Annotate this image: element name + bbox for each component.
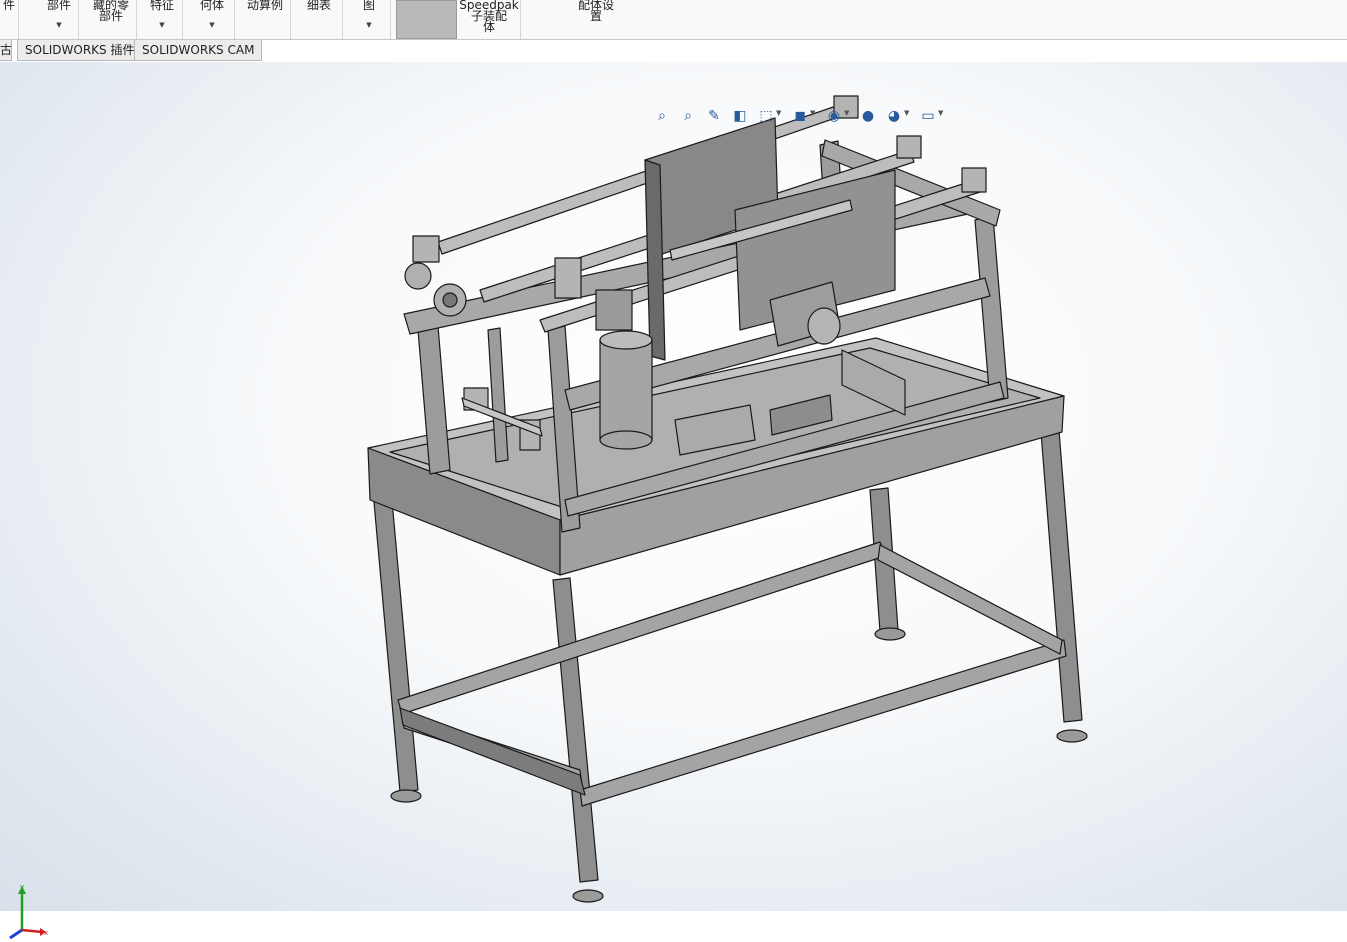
triad-x-axis bbox=[21, 928, 43, 934]
display-style-icon[interactable]: ◼ bbox=[790, 106, 810, 126]
zoom-to-fit-icon[interactable]: ⌕ bbox=[652, 106, 672, 126]
view-settings-icon[interactable]: ▭ bbox=[918, 106, 938, 126]
ribbon-placeholder-block bbox=[396, 0, 457, 39]
tab-previous[interactable]: 古 bbox=[0, 40, 12, 61]
ribbon-feature-button[interactable]: 特征 ▼ bbox=[142, 0, 183, 39]
chevron-down-icon[interactable]: ▼ bbox=[159, 20, 164, 31]
ribbon-geometry-button[interactable]: 何体 ▼ bbox=[190, 0, 235, 39]
chevron-down-icon[interactable]: ▼ bbox=[366, 20, 371, 31]
view-orientation-icon[interactable]: ⬚ bbox=[756, 106, 776, 126]
bevel-gear bbox=[404, 262, 467, 317]
previous-view-icon[interactable]: ✎ bbox=[704, 106, 724, 126]
apply-scene-icon[interactable]: ◕ bbox=[884, 106, 904, 126]
ribbon-motion-study-button[interactable]: 动算例 bbox=[240, 0, 291, 39]
ribbon-part-button[interactable]: 件 bbox=[0, 0, 19, 39]
ribbon-bom-button[interactable]: 细表 bbox=[296, 0, 343, 39]
chevron-down-icon[interactable]: ▼ bbox=[904, 109, 909, 117]
ribbon-config-button[interactable]: 配体设 置 bbox=[566, 0, 626, 39]
triad-x-label: x bbox=[44, 929, 48, 937]
graphics-viewport[interactable]: ⌕ ⌕ ✎ ◧ ⬚ ▼ ◼ ▼ ◉ ▼ ● ◕ ▼ ▭ ▼ y x bbox=[0, 62, 1347, 940]
vertical-cylinder bbox=[595, 289, 653, 450]
triad-y-label: y bbox=[20, 883, 24, 891]
zoom-to-area-icon[interactable]: ⌕ bbox=[678, 106, 698, 126]
triad-z-axis bbox=[9, 928, 23, 940]
command-manager-ribbon: 件 部件 ▼ 藏的零 部件 特征 ▼ 何体 ▼ 动算例 细表 图 ▼ Speedpak … bbox=[0, 0, 1347, 40]
chevron-down-icon[interactable]: ▼ bbox=[776, 109, 781, 117]
hide-show-icon[interactable]: ◉ bbox=[824, 106, 844, 126]
ribbon-view-button[interactable]: 图 ▼ bbox=[348, 0, 391, 39]
stand-rails bbox=[397, 541, 1067, 807]
ribbon-hidden-parts-button[interactable]: 藏的零 部件 bbox=[86, 0, 137, 39]
chevron-down-icon[interactable]: ▼ bbox=[938, 109, 943, 117]
chevron-down-icon[interactable]: ▼ bbox=[810, 109, 815, 117]
ribbon-component-button[interactable]: 部件 ▼ bbox=[40, 0, 79, 39]
tab-solidworks-cam[interactable]: SOLIDWORKS CAM bbox=[134, 40, 263, 61]
section-view-icon[interactable]: ◧ bbox=[730, 106, 750, 126]
ribbon-speedpak-button[interactable]: Speedpak 子装配 体 bbox=[458, 0, 521, 39]
chevron-down-icon[interactable]: ▼ bbox=[209, 20, 214, 31]
edit-appearance-icon[interactable]: ● bbox=[858, 106, 878, 126]
chevron-down-icon[interactable]: ▼ bbox=[56, 20, 61, 31]
assembly-model[interactable] bbox=[0, 62, 1347, 911]
chevron-down-icon[interactable]: ▼ bbox=[844, 109, 849, 117]
reference-triad: y x bbox=[9, 883, 48, 940]
table-top bbox=[367, 337, 1065, 576]
tab-solidworks-addins[interactable]: SOLIDWORKS 插件 bbox=[17, 40, 143, 61]
